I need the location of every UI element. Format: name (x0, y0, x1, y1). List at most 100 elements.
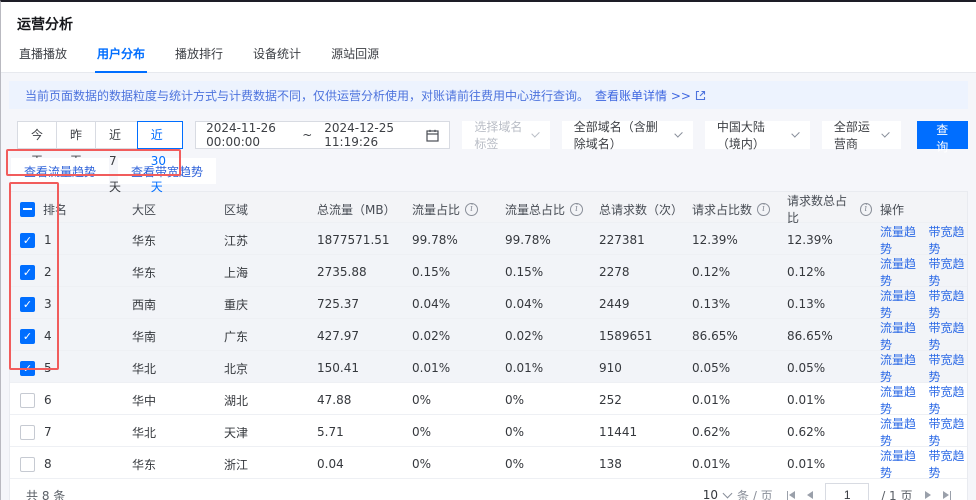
info-icon[interactable]: i (859, 202, 872, 216)
area-cell: 北京 (224, 361, 249, 376)
row-checkbox[interactable] (20, 328, 35, 344)
notice-text: 当前页面数据的数据粒度与统计方式与计费数据不同，仅供运营分析使用，对账请前往费用… (25, 88, 590, 103)
header-actions: 操作 (880, 202, 905, 217)
req-pct-cell: 86.65% (692, 329, 738, 343)
req-pct-cell: 0.01% (692, 393, 731, 407)
row-checkbox[interactable] (20, 392, 35, 408)
bandwidth-trend-link[interactable]: 带宽趋势 (929, 383, 968, 417)
tab-origin-pull[interactable]: 源站回源 (329, 43, 381, 72)
date-range-picker[interactable]: 2024-11-26 00:00:00 ~ 2024-12-25 11:19:2… (195, 121, 451, 149)
tab-playback-ranking[interactable]: 播放排行 (173, 43, 225, 72)
requests-cell: 1589651 (599, 329, 653, 343)
bill-detail-link[interactable]: 查看账单详情 >> (595, 87, 706, 104)
page-number-input[interactable] (825, 483, 870, 500)
preset-last-7-days[interactable]: 近7天 (95, 121, 138, 194)
bandwidth-trend-link[interactable]: 带宽趋势 (929, 415, 968, 449)
header-req-pct: 请求占比数 i (684, 201, 779, 218)
region-rank-table: 排名 大区 区域 总流量（MB） 流量占比 i 流量总占比 i 总请求数（次） 请求… (9, 191, 968, 500)
req-total-pct-cell: 0.12% (787, 265, 826, 279)
traffic-trend-link[interactable]: 流量趋势 (880, 383, 919, 417)
region-cell: 华北 (132, 425, 157, 440)
domain-select[interactable]: 全部域名（含删除域名） (561, 120, 693, 151)
traffic-cell: 427.97 (317, 329, 359, 343)
traffic-cell: 1877571.51 (317, 233, 390, 247)
traffic-pct-cell: 0% (412, 457, 432, 471)
next-page-button[interactable] (924, 491, 931, 499)
traffic-pct-cell: 99.78% (412, 233, 458, 247)
traffic-total-pct-cell: 0% (505, 457, 525, 471)
preset-today[interactable]: 今天 (17, 121, 58, 168)
query-button[interactable]: 查询 (916, 121, 968, 154)
header-total-traffic: 总流量（MB） (317, 202, 396, 217)
rank-value: 8 (44, 457, 52, 471)
row-checkbox[interactable] (20, 264, 35, 280)
traffic-trend-link[interactable]: 流量趋势 (880, 319, 919, 353)
rank-value: 3 (44, 297, 52, 311)
total-count: 共 8 条 (26, 488, 66, 500)
req-total-pct-cell: 12.39% (787, 233, 833, 247)
traffic-cell: 5.71 (317, 425, 344, 439)
row-checkbox[interactable] (20, 424, 35, 440)
req-pct-cell: 0.01% (692, 457, 731, 471)
view-bandwidth-trend-button[interactable]: 查看带宽趋势 (118, 158, 217, 184)
bandwidth-trend-link[interactable]: 带宽趋势 (929, 319, 968, 353)
bandwidth-trend-link[interactable]: 带宽趋势 (929, 223, 968, 257)
date-start: 2024-11-26 00:00:00 (206, 121, 276, 149)
tab-user-distribution[interactable]: 用户分布 (95, 43, 148, 73)
header-traffic-pct: 流量占比 i (404, 201, 497, 218)
last-page-button[interactable] (942, 490, 951, 500)
bandwidth-trend-link[interactable]: 带宽趋势 (929, 255, 968, 289)
req-total-pct-cell: 0.62% (787, 425, 826, 439)
page-size-select[interactable]: 10 条 / 页 (703, 487, 773, 500)
bandwidth-trend-link[interactable]: 带宽趋势 (929, 351, 968, 385)
row-checkbox[interactable] (20, 232, 35, 248)
calendar-icon (426, 129, 439, 142)
info-icon[interactable]: i (570, 202, 584, 216)
row-checkbox[interactable] (20, 296, 35, 312)
traffic-cell: 47.88 (317, 393, 352, 407)
chevron-down-icon (722, 488, 733, 498)
area-cell: 上海 (224, 265, 249, 280)
traffic-total-pct-cell: 0% (505, 425, 525, 439)
traffic-trend-link[interactable]: 流量趋势 (880, 287, 919, 321)
bandwidth-trend-link[interactable]: 带宽趋势 (929, 287, 968, 321)
tab-device-stats[interactable]: 设备统计 (251, 43, 303, 72)
traffic-trend-link[interactable]: 流量趋势 (880, 223, 919, 257)
domain-tag-select[interactable]: 选择域名标签 (462, 120, 550, 151)
chevron-down-icon (530, 128, 540, 138)
traffic-trend-link[interactable]: 流量趋势 (880, 447, 919, 481)
filter-bar: 今天 昨天 近7天 近30天 2024-11-26 00:00:00 ~ 202… (17, 120, 968, 194)
info-icon[interactable]: i (465, 202, 479, 216)
traffic-total-pct-cell: 0.02% (505, 329, 544, 343)
region-select[interactable]: 中国大陆（境内） (704, 120, 810, 151)
traffic-trend-link[interactable]: 流量趋势 (880, 255, 919, 289)
region-cell: 华东 (132, 457, 157, 472)
page-controls: / 1 页 (786, 483, 951, 500)
traffic-total-pct-cell: 0% (505, 393, 525, 407)
traffic-cell: 0.04 (317, 457, 344, 471)
traffic-trend-link[interactable]: 流量趋势 (880, 351, 919, 385)
select-all-checkbox[interactable] (20, 201, 35, 217)
header-area: 区域 (224, 202, 249, 217)
row-checkbox[interactable] (20, 360, 35, 376)
prev-page-button[interactable] (807, 491, 814, 499)
requests-cell: 11441 (599, 425, 638, 439)
view-traffic-trend-button[interactable]: 查看流量趋势 (11, 158, 110, 184)
tab-live-playback[interactable]: 直播播放 (17, 43, 69, 72)
info-icon[interactable]: i (757, 202, 771, 216)
date-preset-group: 今天 昨天 近7天 近30天 (17, 121, 184, 194)
first-page-button[interactable] (786, 490, 796, 500)
date-end: 2024-12-25 11:19:26 (324, 121, 395, 149)
rank-value: 2 (44, 265, 52, 279)
region-cell: 华南 (132, 329, 157, 344)
traffic-pct-cell: 0.04% (412, 297, 451, 311)
isp-select[interactable]: 全部运营商 (821, 120, 901, 151)
bandwidth-trend-link[interactable]: 带宽趋势 (929, 447, 968, 481)
preset-last-30-days[interactable]: 近30天 (136, 121, 184, 194)
rank-value: 6 (44, 393, 52, 407)
row-checkbox[interactable] (20, 456, 35, 472)
req-pct-cell: 0.12% (692, 265, 731, 279)
rank-value: 5 (44, 361, 52, 375)
preset-yesterday[interactable]: 昨天 (56, 121, 97, 168)
traffic-trend-link[interactable]: 流量趋势 (880, 415, 919, 449)
